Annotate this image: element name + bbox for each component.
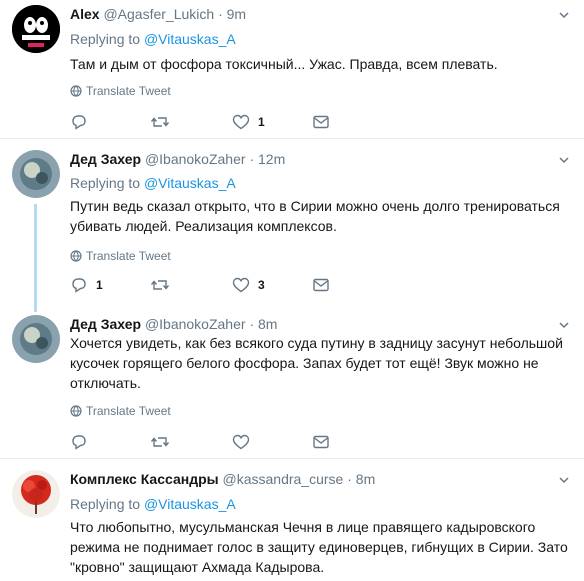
direct-message-button[interactable]	[312, 112, 330, 132]
envelope-icon	[313, 435, 329, 449]
separator: ·	[249, 151, 255, 167]
replying-prefix: Replying to	[70, 175, 141, 191]
replying-to: Replying to @Vitauskas_A	[70, 174, 236, 192]
tweet-header: Alex @Agasfer_Lukich · 9m	[70, 5, 246, 23]
chevron-down-icon[interactable]	[558, 474, 570, 486]
reply-icon	[72, 435, 86, 450]
tweet-header: Комплекс Кассандры @kassandra_curse · 8m	[70, 470, 375, 488]
chevron-down-icon[interactable]	[558, 319, 570, 331]
avatar-image	[12, 315, 60, 363]
timestamp[interactable]: 8m	[356, 471, 375, 487]
avatar[interactable]	[12, 315, 60, 363]
like-count: 1	[258, 115, 265, 129]
author-handle[interactable]: @IbanokoZaher	[145, 316, 246, 332]
retweet-icon	[150, 280, 170, 290]
action-bar	[70, 432, 390, 452]
replying-prefix: Replying to	[70, 496, 141, 512]
action-bar: 1 3	[70, 275, 390, 295]
replying-user-link[interactable]: @Vitauskas_A	[144, 31, 236, 47]
replying-to: Replying to @Vitauskas_A	[70, 495, 236, 513]
tweet-text: Хочется увидеть, как без всякого суда пу…	[70, 335, 563, 391]
avatar-image	[12, 5, 60, 53]
reply-button[interactable]	[70, 432, 96, 452]
replying-user-link[interactable]: @Vitauskas_A	[144, 496, 236, 512]
heart-icon	[232, 434, 250, 450]
author-handle[interactable]: @kassandra_curse	[223, 471, 344, 487]
replying-to: Replying to @Vitauskas_A	[70, 30, 236, 48]
translate-tweet-link[interactable]: Translate Tweet	[70, 249, 171, 263]
translate-tweet-link[interactable]: Translate Tweet	[70, 84, 171, 98]
translate-tweet-link[interactable]: Translate Tweet	[70, 404, 171, 418]
author-handle[interactable]: @Agasfer_Lukich	[103, 6, 214, 22]
avatar[interactable]	[12, 150, 60, 198]
chevron-down-icon[interactable]	[558, 154, 570, 166]
reply-icon	[72, 115, 86, 130]
separator: ·	[218, 6, 223, 22]
like-button[interactable]: 1	[232, 112, 265, 132]
replying-prefix: Replying to	[70, 31, 141, 47]
translate-label: Translate Tweet	[86, 84, 171, 98]
avatar-image	[12, 150, 60, 198]
tweet-3[interactable]: Дед Захер @IbanokoZaher · 8m Хочется уви…	[0, 311, 584, 458]
heart-icon	[232, 114, 250, 130]
translate-label: Translate Tweet	[86, 404, 171, 418]
tweet-header: Дед Захер @IbanokoZaher · 12m	[70, 150, 285, 168]
separator: ·	[347, 471, 352, 487]
author-name[interactable]: Alex	[70, 6, 100, 22]
retweet-button[interactable]	[150, 432, 178, 452]
envelope-icon	[313, 278, 329, 292]
tweet-header: Дед Захер @IbanokoZaher · 8m	[70, 315, 277, 333]
translate-label: Translate Tweet	[86, 249, 171, 263]
globe-icon	[70, 405, 82, 417]
tweet-text: Там и дым от фосфора токсичный... Ужас. …	[70, 56, 498, 72]
retweet-button[interactable]	[150, 275, 178, 295]
reply-count: 1	[96, 278, 103, 292]
tweet-1[interactable]: Alex @Agasfer_Lukich · 9m Replying to @V…	[0, 0, 584, 138]
tweet-text: Путин ведь сказал открыто, что в Сирии м…	[70, 198, 560, 234]
avatar[interactable]	[12, 5, 60, 53]
like-button[interactable]	[232, 432, 258, 452]
retweet-button[interactable]	[150, 112, 178, 132]
reply-button[interactable]: 1	[70, 275, 103, 295]
author-handle[interactable]: @IbanokoZaher	[145, 151, 246, 167]
reply-icon	[72, 278, 86, 293]
tweet-4[interactable]: Комплекс Кассандры @kassandra_curse · 8m…	[0, 459, 584, 581]
globe-icon	[70, 85, 82, 97]
retweet-icon	[150, 437, 170, 447]
reply-button[interactable]	[70, 112, 96, 132]
like-count: 3	[258, 278, 265, 292]
timestamp[interactable]: 12m	[258, 151, 285, 167]
tweet-text: Что любопытно, мусульманская Чечня в лиц…	[70, 519, 568, 575]
direct-message-button[interactable]	[312, 275, 330, 295]
timestamp[interactable]: 8m	[258, 316, 277, 332]
timestamp[interactable]: 9m	[227, 6, 246, 22]
envelope-icon	[313, 115, 329, 129]
separator: ·	[249, 316, 255, 332]
author-name[interactable]: Дед Захер	[70, 316, 141, 332]
tweet-2[interactable]: Дед Захер @IbanokoZaher · 12m Replying t…	[0, 139, 584, 311]
direct-message-button[interactable]	[312, 432, 330, 452]
action-bar: 1	[70, 112, 390, 132]
heart-icon	[232, 277, 250, 293]
author-name[interactable]: Комплекс Кассандры	[70, 471, 219, 487]
like-button[interactable]: 3	[232, 275, 265, 295]
globe-icon	[70, 250, 82, 262]
author-name[interactable]: Дед Захер	[70, 151, 141, 167]
avatar[interactable]	[12, 470, 60, 518]
chevron-down-icon[interactable]	[558, 9, 570, 21]
replying-user-link[interactable]: @Vitauskas_A	[144, 175, 236, 191]
avatar-image	[12, 470, 60, 518]
retweet-icon	[150, 117, 170, 127]
